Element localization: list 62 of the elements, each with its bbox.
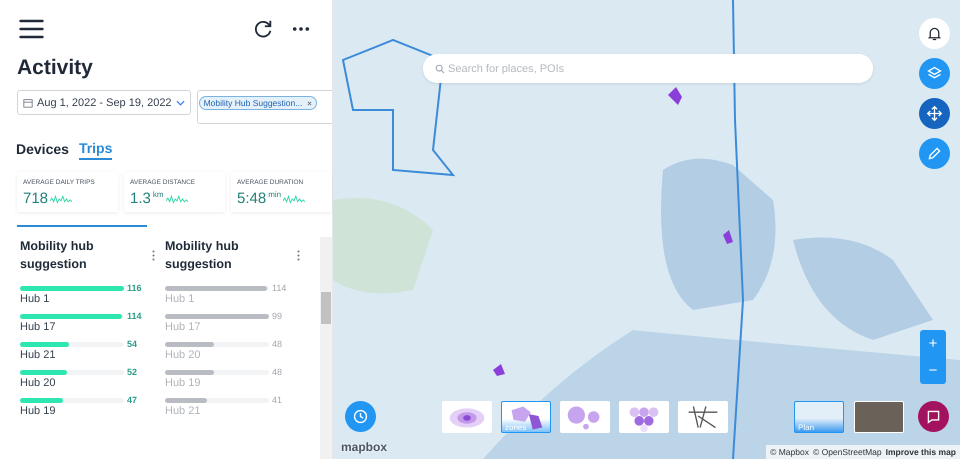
kebab-menu-icon[interactable] bbox=[297, 250, 300, 260]
bar-value: 48 bbox=[272, 367, 282, 377]
layer-style-option[interactable] bbox=[619, 401, 669, 433]
bar-value: 114 bbox=[127, 311, 142, 321]
hub-label: Hub 17 bbox=[165, 321, 202, 333]
pencil-icon bbox=[926, 145, 943, 162]
base-map-option[interactable] bbox=[854, 401, 904, 433]
bar-value: 47 bbox=[127, 395, 138, 405]
bar-value: 54 bbox=[127, 339, 138, 349]
search-icon bbox=[435, 64, 445, 74]
stat-unit: km bbox=[152, 190, 164, 199]
zoom-out-button[interactable]: − bbox=[920, 357, 946, 384]
mapbox-logo: mapbox bbox=[341, 440, 388, 454]
more-icon[interactable] bbox=[292, 26, 310, 32]
hub-label: Hub 21 bbox=[20, 349, 56, 361]
filter-chip[interactable]: Mobility Hub Suggestion... bbox=[198, 96, 317, 110]
zoom-in-button[interactable]: + bbox=[920, 330, 946, 357]
date-range-dropdown[interactable]: Aug 1, 2022 - Sep 19, 2022 bbox=[17, 90, 191, 115]
bell-icon bbox=[926, 25, 943, 42]
move-arrows-icon bbox=[926, 105, 943, 122]
column-title: Mobility hub suggestion bbox=[165, 238, 240, 273]
page-title: Activity bbox=[17, 56, 94, 80]
scrollbar[interactable] bbox=[320, 237, 332, 459]
tab[interactable]: Trips bbox=[78, 140, 112, 160]
stat-value: 5:48 bbox=[237, 190, 266, 207]
bar-value: 116 bbox=[127, 283, 142, 293]
hub-label: Hub 1 bbox=[165, 293, 196, 305]
hub-label: Hub 21 bbox=[165, 405, 202, 417]
attribution-link[interactable]: © Mapbox bbox=[770, 447, 809, 457]
layer-style-option[interactable] bbox=[678, 401, 728, 433]
stat-value: 1.3 bbox=[130, 190, 151, 207]
sparkline-icon bbox=[166, 194, 188, 204]
stat-unit: min bbox=[268, 190, 282, 199]
hub-label: Hub 17 bbox=[20, 321, 56, 333]
hub-label: Hub 19 bbox=[165, 377, 202, 389]
bar-value: 99 bbox=[272, 311, 282, 321]
attribution-link[interactable]: © OpenStreetMap bbox=[812, 447, 882, 457]
refresh-icon[interactable] bbox=[252, 18, 274, 40]
hub-label: Hub 1 bbox=[20, 293, 50, 305]
hub-label: Hub 19 bbox=[20, 405, 56, 417]
stat-value: 718 bbox=[23, 190, 48, 207]
chevron-down-icon bbox=[176, 100, 185, 106]
bar-value: 52 bbox=[127, 367, 138, 377]
column-title: Mobility hub suggestion bbox=[20, 238, 95, 273]
bar-value: 114 bbox=[272, 283, 286, 293]
bar-value: 41 bbox=[272, 395, 282, 405]
hub-label: Hub 20 bbox=[165, 349, 202, 361]
filter-field[interactable]: Mobility Hub Suggestion... bbox=[196, 90, 332, 124]
attribution-link[interactable]: Improve this map bbox=[886, 447, 956, 457]
menu-icon[interactable] bbox=[19, 19, 44, 39]
chat-icon bbox=[925, 408, 942, 425]
sparkline-icon bbox=[283, 194, 306, 204]
layer-style-option[interactable] bbox=[442, 401, 492, 433]
calendar-icon bbox=[23, 98, 33, 108]
bar-value: 48 bbox=[272, 339, 282, 349]
search-field[interactable]: Search for places, POIs bbox=[423, 54, 873, 83]
close-icon[interactable] bbox=[306, 101, 312, 106]
sparkline-icon bbox=[50, 194, 72, 204]
hub-label: Hub 20 bbox=[20, 377, 56, 389]
clock-icon bbox=[352, 408, 369, 425]
tab[interactable]: Devices bbox=[16, 140, 69, 160]
kebab-menu-icon[interactable] bbox=[152, 250, 155, 260]
